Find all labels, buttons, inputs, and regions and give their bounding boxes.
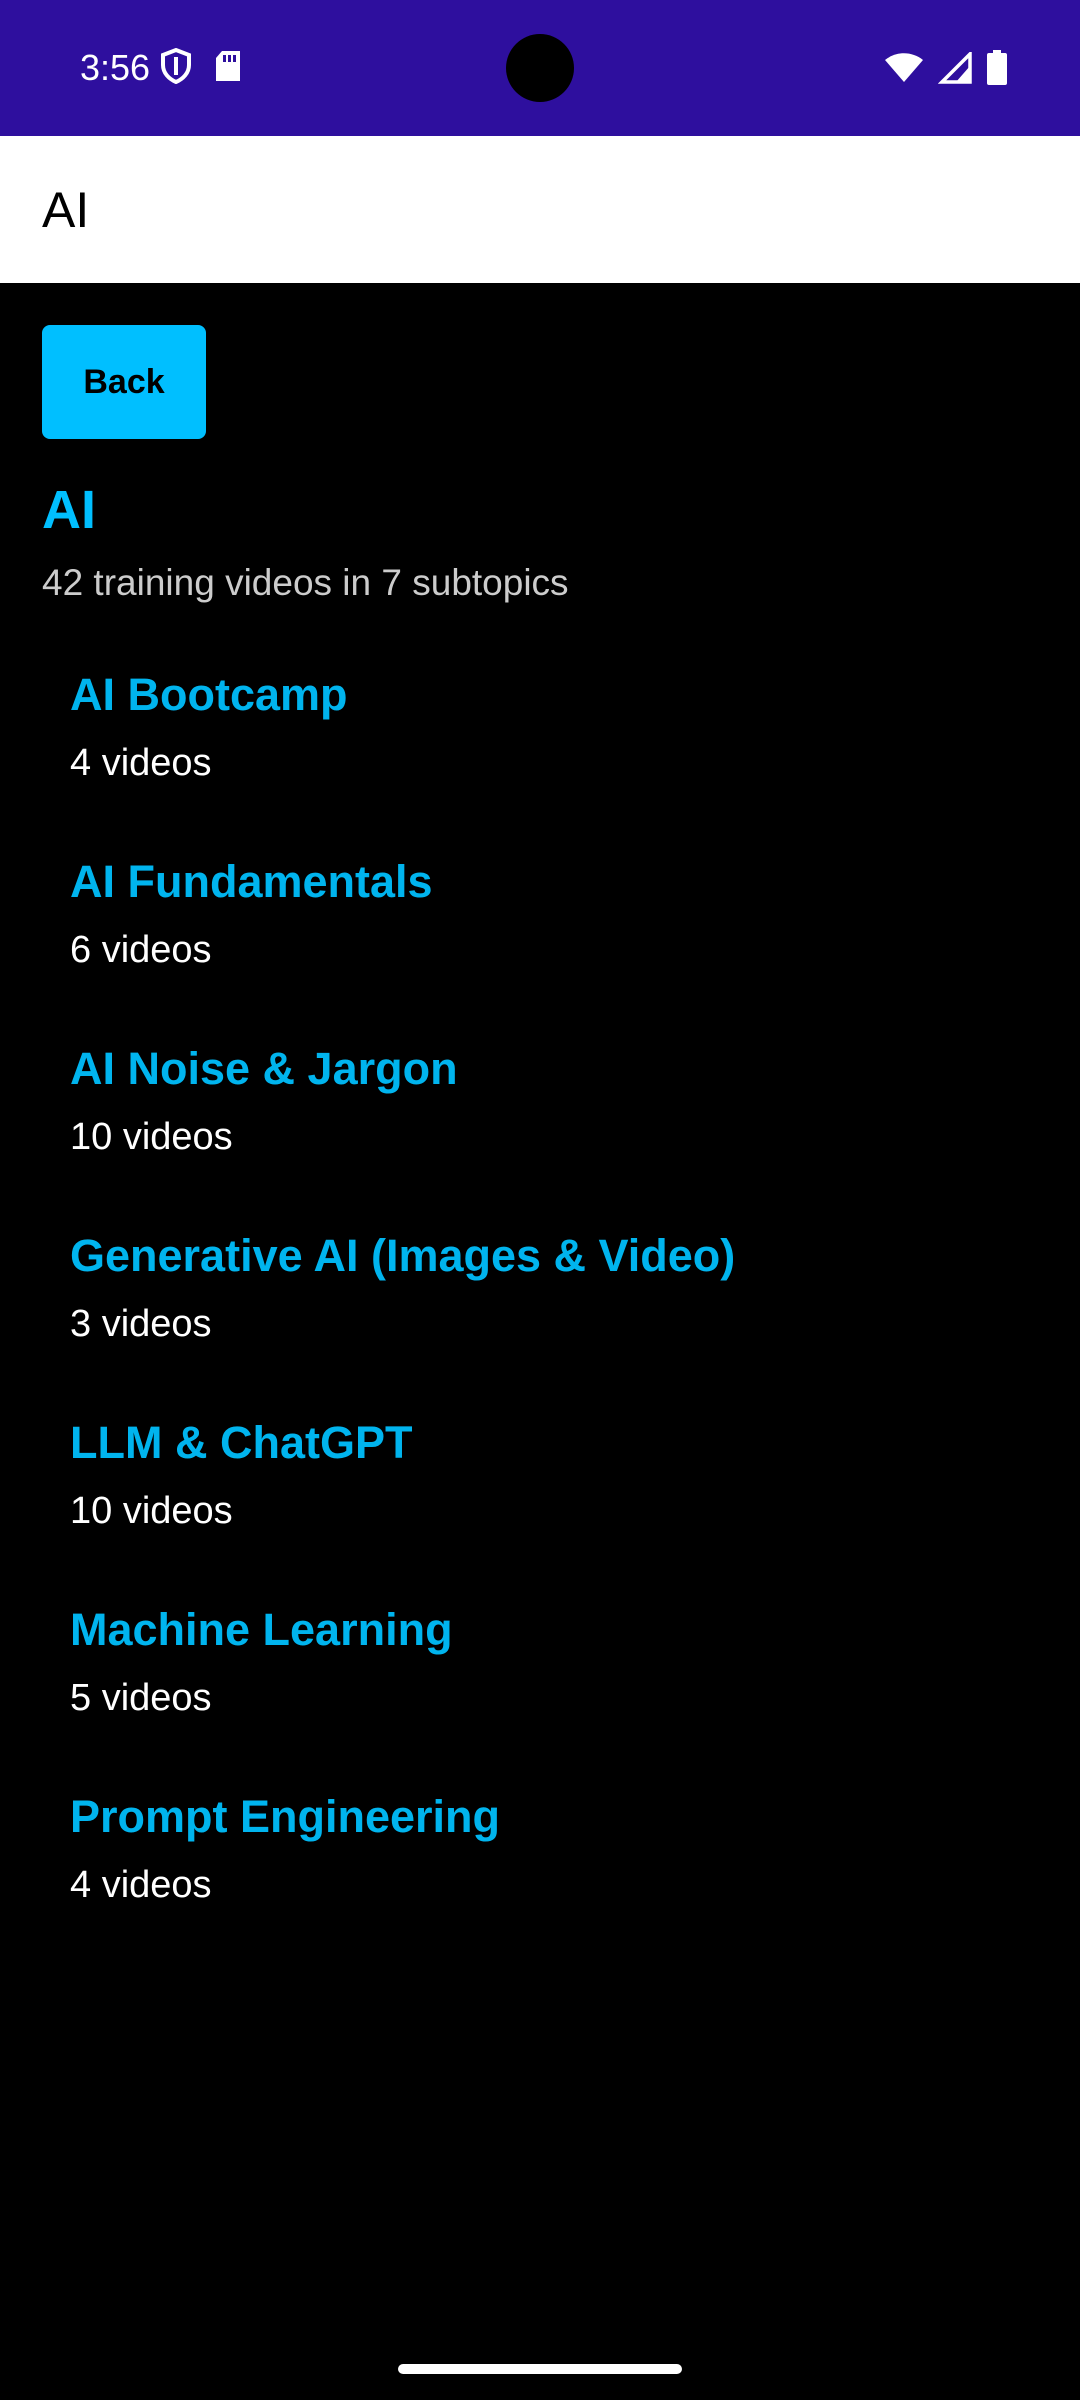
back-button[interactable]: Back [42, 325, 206, 439]
wifi-icon [884, 52, 924, 84]
sd-card-icon [214, 50, 242, 82]
subtopic-item-generative-ai[interactable]: Generative AI (Images & Video) 3 videos [70, 1228, 1050, 1415]
subtopic-name[interactable]: Machine Learning [70, 1602, 453, 1658]
camera-cutout [506, 34, 574, 102]
subtopic-name[interactable]: LLM & ChatGPT [70, 1415, 412, 1471]
subtopic-video-count: 4 videos [70, 742, 212, 784]
cellular-signal-icon [938, 52, 972, 84]
home-indicator[interactable] [398, 2364, 682, 2374]
status-time: 3:56 [80, 47, 151, 88]
subtopic-name[interactable]: AI Fundamentals [70, 854, 433, 910]
subtopic-name[interactable]: AI Bootcamp [70, 667, 348, 723]
subtopic-video-count: 4 videos [70, 1864, 212, 1906]
status-left-icons [160, 48, 242, 84]
app-bar-title: AI [42, 182, 90, 238]
subtopic-item-machine-learning[interactable]: Machine Learning 5 videos [70, 1602, 1050, 1789]
topic-title: AI [42, 480, 96, 540]
subtopic-item-ai-noise-jargon[interactable]: AI Noise & Jargon 10 videos [70, 1041, 1050, 1228]
status-right-icons [884, 50, 1008, 86]
topic-summary: 42 training videos in 7 subtopics [42, 562, 569, 603]
app-bar: AI [0, 136, 1080, 283]
battery-icon [986, 50, 1008, 86]
subtopic-name[interactable]: Generative AI (Images & Video) [70, 1228, 735, 1284]
subtopic-video-count: 6 videos [70, 929, 212, 971]
subtopic-name[interactable]: Prompt Engineering [70, 1789, 500, 1845]
subtopic-video-count: 10 videos [70, 1116, 233, 1158]
topic-content: Back AI 42 training videos in 7 subtopic… [0, 283, 1080, 2400]
subtopic-list: AI Bootcamp 4 videos AI Fundamentals 6 v… [70, 667, 1050, 1976]
subtopic-item-llm-chatgpt[interactable]: LLM & ChatGPT 10 videos [70, 1415, 1050, 1602]
status-bar: 3:56 [0, 0, 1080, 136]
subtopic-item-prompt-engineering[interactable]: Prompt Engineering 4 videos [70, 1789, 1050, 1976]
subtopic-item-ai-bootcamp[interactable]: AI Bootcamp 4 videos [70, 667, 1050, 854]
subtopic-video-count: 3 videos [70, 1303, 212, 1345]
subtopic-video-count: 5 videos [70, 1677, 212, 1719]
subtopic-item-ai-fundamentals[interactable]: AI Fundamentals 6 videos [70, 854, 1050, 1041]
subtopic-video-count: 10 videos [70, 1490, 233, 1532]
shield-icon [160, 48, 192, 84]
subtopic-name[interactable]: AI Noise & Jargon [70, 1041, 458, 1097]
